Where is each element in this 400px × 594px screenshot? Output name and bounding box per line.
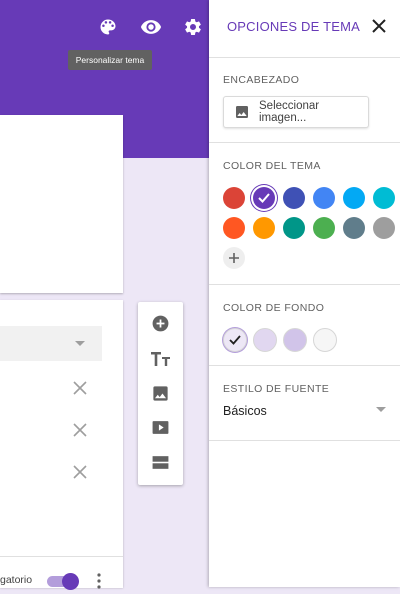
theme-color-swatch[interactable] — [313, 187, 335, 209]
font-style-select[interactable]: Básicos — [223, 402, 386, 422]
question-type-dropdown[interactable] — [0, 326, 102, 361]
required-label: gatorio — [0, 574, 33, 586]
background-color-swatch[interactable] — [253, 328, 277, 352]
theme-color-swatch[interactable] — [223, 187, 245, 209]
select-image-label: Seleccionar imagen... — [259, 100, 320, 124]
select-image-button[interactable]: Seleccionar imagen... — [223, 96, 369, 128]
background-color-swatch[interactable] — [223, 328, 247, 352]
close-icon[interactable] — [371, 18, 387, 34]
theme-color-swatch[interactable] — [283, 187, 305, 209]
theme-color-swatch[interactable] — [283, 217, 305, 239]
divider — [209, 284, 400, 285]
toggle-knob — [62, 573, 79, 590]
remove-option-icon[interactable] — [72, 464, 88, 480]
divider — [209, 57, 400, 58]
add-circle-icon[interactable] — [150, 313, 171, 334]
header-section-label: ENCABEZADO — [223, 74, 300, 86]
theme-color-swatch[interactable] — [343, 187, 365, 209]
background-color-swatch[interactable] — [283, 328, 307, 352]
dropdown-arrow-icon — [376, 407, 386, 412]
add-item-toolbar — [138, 302, 183, 485]
check-icon — [229, 335, 241, 345]
title-icon[interactable] — [150, 348, 171, 369]
remove-option-icon[interactable] — [72, 422, 88, 438]
theme-color-swatch[interactable] — [313, 217, 335, 239]
divider — [209, 440, 400, 441]
theme-color-swatch[interactable] — [253, 187, 275, 209]
form-title-card[interactable] — [0, 115, 123, 293]
background-color-section-label: COLOR DE FONDO — [223, 302, 325, 314]
eye-icon[interactable] — [140, 16, 162, 38]
section-icon[interactable] — [150, 452, 171, 473]
theme-color-swatch[interactable] — [373, 217, 395, 239]
image-icon — [234, 104, 250, 120]
theme-color-section-label: COLOR DEL TEMA — [223, 160, 321, 172]
theme-color-swatch[interactable] — [343, 217, 365, 239]
font-style-value: Básicos — [223, 404, 267, 418]
dropdown-arrow-icon — [75, 341, 85, 346]
check-icon — [258, 193, 270, 203]
tooltip: Personalizar tema — [68, 50, 152, 70]
required-toggle[interactable] — [47, 573, 79, 590]
theme-color-swatch[interactable] — [253, 217, 275, 239]
divider — [209, 142, 400, 143]
video-icon[interactable] — [150, 417, 171, 438]
divider — [209, 365, 400, 366]
font-style-section-label: ESTILO DE FUENTE — [223, 383, 330, 395]
theme-color-swatch[interactable] — [373, 187, 395, 209]
palette-icon[interactable] — [97, 16, 119, 38]
image-icon[interactable] — [150, 383, 171, 404]
remove-option-icon[interactable] — [72, 380, 88, 396]
background-color-swatch[interactable] — [313, 328, 337, 352]
theme-color-swatch[interactable] — [223, 217, 245, 239]
panel-title: OPCIONES DE TEMA — [227, 19, 360, 34]
question-footer: gatorio — [0, 556, 123, 590]
theme-options-panel: OPCIONES DE TEMA ENCABEZADO Seleccionar … — [209, 0, 400, 587]
add-color-button[interactable] — [223, 247, 245, 269]
gear-icon[interactable] — [182, 16, 204, 38]
